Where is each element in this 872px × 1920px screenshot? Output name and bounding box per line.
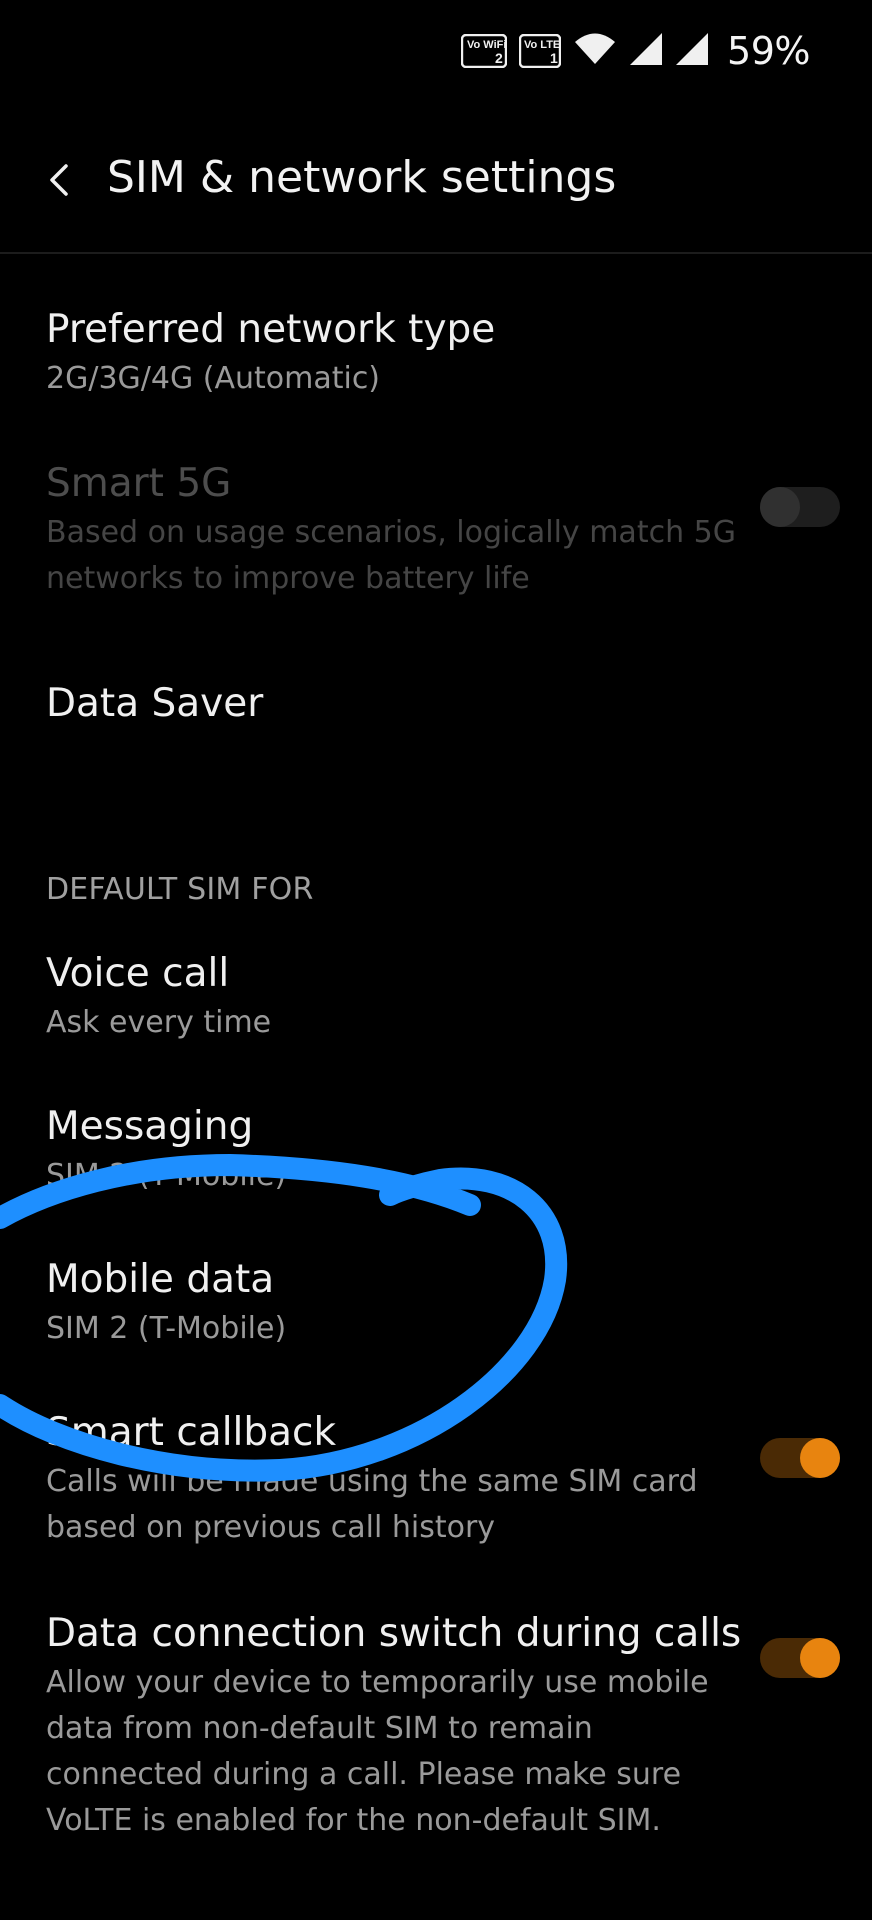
wifi-icon	[573, 31, 617, 71]
default-sim-section-header: DEFAULT SIM FOR	[46, 872, 314, 907]
status-icons: Vo WiFi 2 Vo LTE 1 59%	[461, 28, 810, 74]
messaging-value: SIM 2 (T-Mobile)	[46, 1158, 287, 1193]
preferred-network-type-title: Preferred network type	[46, 307, 496, 352]
battery-level: 59%	[727, 29, 810, 73]
mobile-data-item[interactable]: Mobile data SIM 2 (T-Mobile)	[46, 1256, 826, 1352]
data-connection-switch-title: Data connection switch during calls	[46, 1611, 742, 1656]
smart-5g-item: Smart 5G Based on usage scenarios, logic…	[46, 460, 826, 602]
volte-index: 1	[550, 50, 558, 66]
smart-callback-description: Calls will be made using the same SIM ca…	[46, 1464, 698, 1545]
data-saver-item[interactable]: Data Saver	[46, 680, 826, 728]
back-button[interactable]	[28, 150, 92, 214]
page-title: SIM & network settings	[107, 152, 617, 203]
volte-icon: Vo LTE 1	[519, 34, 562, 68]
vowifi-index: 2	[495, 50, 503, 66]
status-bar: Vo WiFi 2 Vo LTE 1 59%	[0, 0, 872, 104]
toggle-knob	[800, 1638, 840, 1678]
app-bar: SIM & network settings	[0, 104, 872, 254]
smart-5g-description: Based on usage scenarios, logically matc…	[46, 515, 736, 596]
messaging-title: Messaging	[46, 1104, 254, 1149]
back-arrow-icon	[46, 162, 74, 202]
toggle-knob	[760, 487, 800, 527]
vowifi-icon: Vo WiFi 2	[461, 34, 508, 68]
smart-5g-title: Smart 5G	[46, 461, 232, 506]
preferred-network-type-value: 2G/3G/4G (Automatic)	[46, 361, 381, 396]
mobile-data-title: Mobile data	[46, 1257, 275, 1302]
preferred-network-type-item[interactable]: Preferred network type 2G/3G/4G (Automat…	[46, 306, 826, 402]
voice-call-value: Ask every time	[46, 1005, 272, 1040]
toggle-knob	[800, 1438, 840, 1478]
smart-callback-toggle[interactable]	[760, 1438, 840, 1478]
data-connection-switch-description: Allow your device to temporarily use mob…	[46, 1665, 709, 1838]
smart-callback-title: Smart callback	[46, 1410, 337, 1455]
messaging-item[interactable]: Messaging SIM 2 (T-Mobile)	[46, 1103, 826, 1199]
voice-call-item[interactable]: Voice call Ask every time	[46, 950, 826, 1046]
data-connection-switch-toggle[interactable]	[760, 1638, 840, 1678]
signal-icon	[629, 32, 663, 70]
data-connection-switch-item[interactable]: Data connection switch during calls Allo…	[46, 1610, 826, 1844]
mobile-data-value: SIM 2 (T-Mobile)	[46, 1311, 287, 1346]
signal-icon	[675, 32, 709, 70]
smart-5g-toggle	[760, 487, 840, 527]
smart-callback-item[interactable]: Smart callback Calls will be made using …	[46, 1409, 826, 1551]
voice-call-title: Voice call	[46, 951, 230, 996]
data-saver-title: Data Saver	[46, 681, 264, 726]
